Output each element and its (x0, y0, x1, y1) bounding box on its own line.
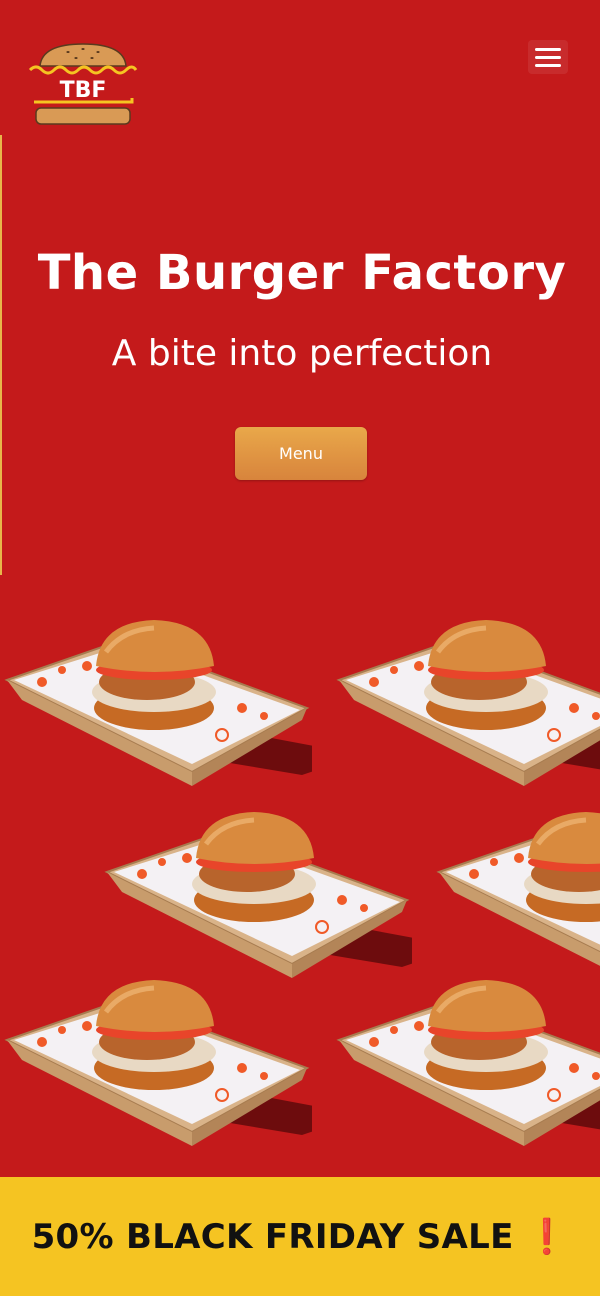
menu-button[interactable]: Menu (235, 427, 367, 480)
sale-text: 50% BLACK FRIDAY SALE (31, 1217, 514, 1257)
burger-image (434, 792, 600, 982)
sale-banner[interactable]: 50% BLACK FRIDAY SALE ❗ (0, 1177, 600, 1296)
logo-text: TBF (60, 78, 107, 103)
hero-subtitle: A bite into perfection (111, 333, 493, 374)
hamburger-menu-icon[interactable] (528, 40, 568, 74)
sale-banner-text: 50% BLACK FRIDAY SALE ❗ (0, 1217, 600, 1257)
tbf-logo[interactable]: TBF (28, 40, 138, 128)
hamburger-bar (535, 47, 561, 51)
page: TBF The Burger Factory A bite into perfe… (0, 0, 600, 1296)
burger-image (334, 960, 600, 1150)
hamburger-bar (535, 63, 561, 67)
burger-image (102, 792, 412, 982)
header: TBF (0, 0, 600, 135)
exclamation-icon: ❗ (525, 1217, 569, 1257)
hero-section: The Burger Factory A bite into perfectio… (0, 135, 600, 575)
burger-image-grid (0, 575, 600, 1177)
burger-image (2, 600, 312, 790)
burger-image (334, 600, 600, 790)
hero-title: The Burger Factory (37, 245, 567, 301)
burger-logo-icon: TBF (28, 43, 138, 125)
burger-image (2, 960, 312, 1150)
hamburger-bar (535, 55, 561, 59)
